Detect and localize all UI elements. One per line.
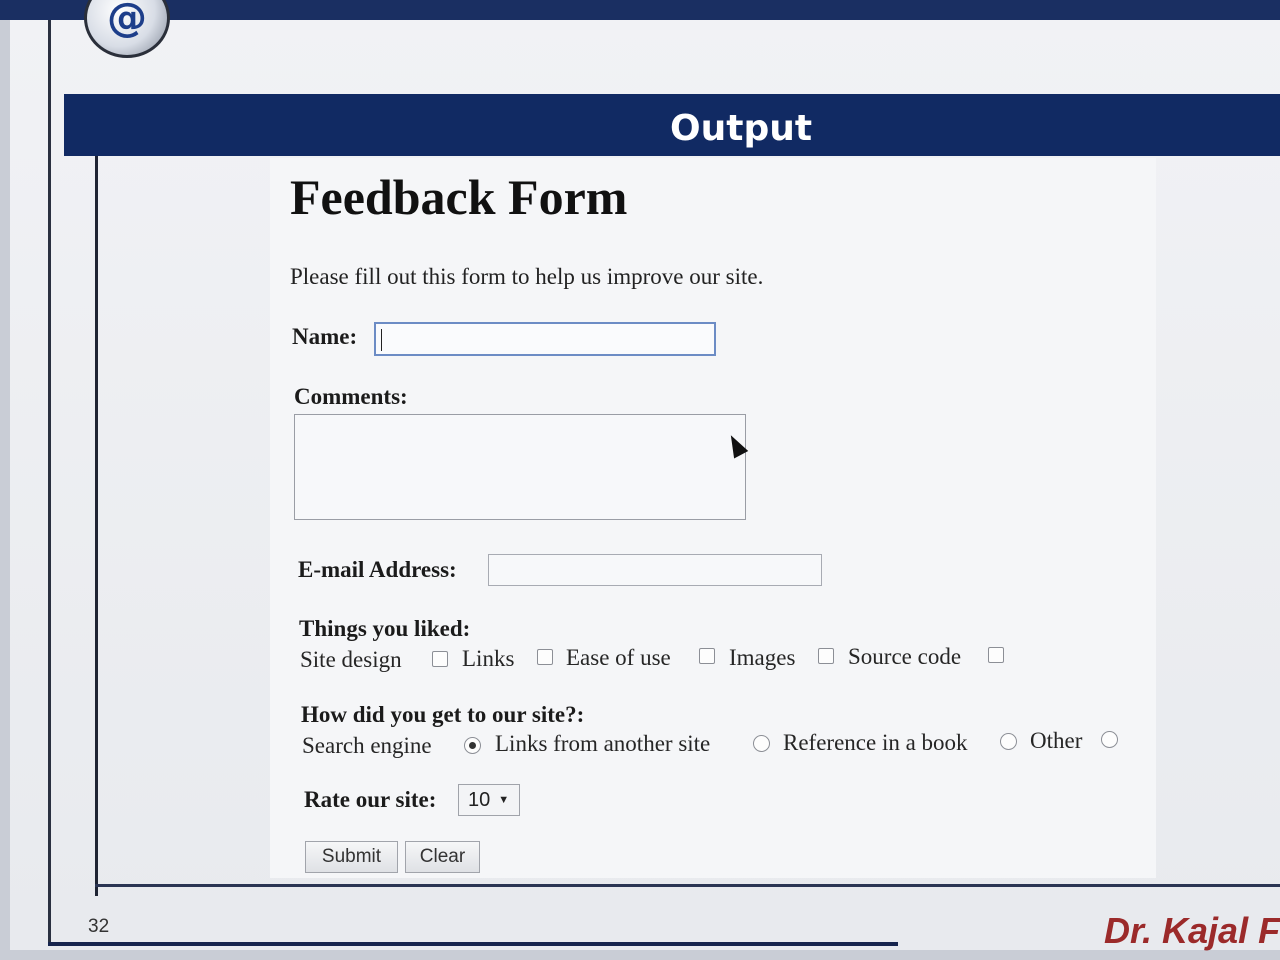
radio-reference-in-a-book[interactable]: [1000, 733, 1017, 750]
email-label: E-mail Address:: [298, 557, 457, 582]
radio-search-engine[interactable]: [464, 737, 481, 754]
slide-title: Output: [670, 108, 813, 149]
triangle-down-icon: ▼: [498, 794, 510, 806]
rate-selected-value: 10: [468, 788, 491, 811]
checkbox-source-code[interactable]: [988, 647, 1004, 663]
source-label: How did you get to our site?:: [301, 702, 585, 727]
source-option-label: Other: [1030, 728, 1083, 753]
liked-option-label: Source code: [848, 644, 962, 669]
name-field[interactable]: [374, 322, 716, 356]
source-option-label: Reference in a book: [783, 730, 968, 755]
slide-author: Dr. Kajal F: [1104, 910, 1280, 951]
slide-left-rule: [48, 20, 51, 945]
email-field[interactable]: [488, 554, 822, 586]
checkbox-images[interactable]: [818, 648, 834, 664]
slide-frame-bottom: [95, 884, 1280, 887]
checkbox-ease-of-use[interactable]: [699, 648, 715, 664]
checkbox-links[interactable]: [537, 649, 553, 665]
form-title: Feedback Form: [290, 169, 628, 225]
radio-other[interactable]: [1101, 731, 1118, 748]
source-option-label: Links from another site: [495, 731, 711, 756]
liked-option-label: Links: [462, 646, 515, 671]
liked-option-label: Site design: [300, 647, 402, 672]
form-intro: Please fill out this form to help us imp…: [290, 264, 764, 289]
radio-links-from-another-site[interactable]: [753, 735, 770, 752]
clear-button[interactable]: Clear: [405, 841, 480, 873]
logo-symbol: @: [107, 0, 147, 41]
slide-footer-rule: [48, 942, 898, 946]
text-caret: [381, 329, 382, 351]
slide-frame-left: [95, 156, 98, 896]
rate-label: Rate our site:: [304, 787, 437, 812]
liked-label: Things you liked:: [299, 616, 471, 641]
submit-button[interactable]: Submit: [305, 841, 398, 873]
liked-option-label: Ease of use: [566, 645, 671, 670]
slide-page-number: 32: [88, 916, 110, 937]
comments-textarea[interactable]: [294, 414, 746, 520]
rate-select[interactable]: 10 ▼: [458, 784, 520, 816]
liked-option-label: Images: [729, 645, 796, 670]
comments-label: Comments:: [294, 384, 408, 409]
slide-top-bar: [0, 0, 1280, 20]
name-label: Name:: [292, 324, 358, 349]
source-option-label: Search engine: [302, 733, 432, 758]
checkbox-site-design[interactable]: [432, 651, 448, 667]
